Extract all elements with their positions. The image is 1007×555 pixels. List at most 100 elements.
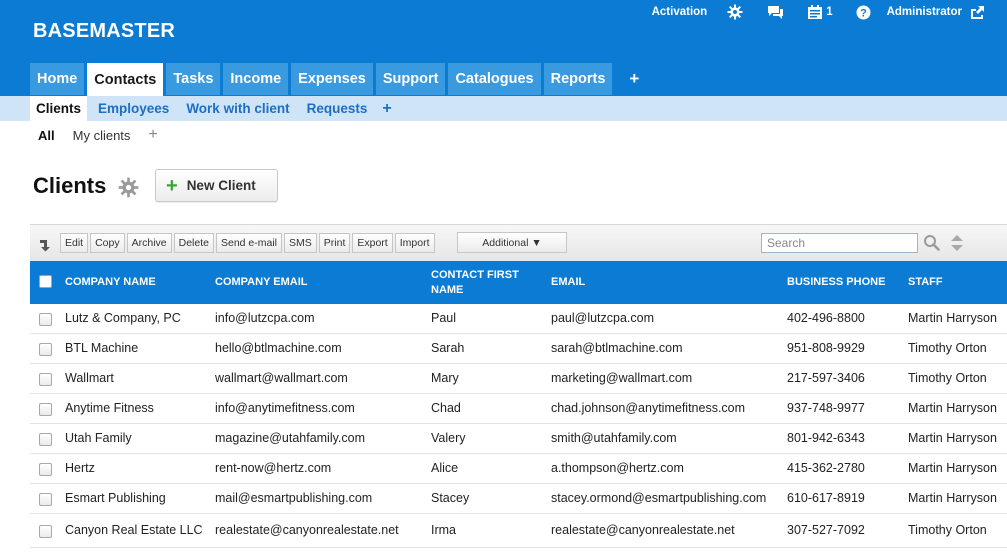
app-logo[interactable]: BASEMASTER bbox=[33, 20, 175, 43]
company-name-cell[interactable]: Anytime Fitness bbox=[65, 394, 154, 423]
company-email-cell[interactable]: hello@btlmachine.com bbox=[215, 334, 342, 363]
edit-button[interactable]: Edit bbox=[60, 233, 89, 253]
filter-all[interactable]: All bbox=[38, 128, 55, 143]
email-cell[interactable]: stacey.ormond@esmartpublishing.com bbox=[551, 484, 766, 513]
tab-income[interactable]: Income bbox=[223, 63, 289, 95]
table-row[interactable]: Hertz rent-now@hertz.com Alice a.thompso… bbox=[30, 454, 1007, 484]
search-icon[interactable] bbox=[923, 234, 940, 254]
select-all-checkbox[interactable] bbox=[39, 275, 52, 288]
table-row[interactable]: Utah Family magazine@utahfamily.com Vale… bbox=[30, 424, 1007, 454]
archive-button[interactable]: Archive bbox=[126, 233, 172, 253]
subtab-work-with-client[interactable]: Work with client bbox=[180, 96, 295, 121]
staff-cell: Martin Harryson bbox=[908, 461, 997, 475]
column-header-business-phone[interactable]: BUSINESS PHONE bbox=[787, 261, 885, 304]
tab-reports[interactable]: Reports bbox=[543, 63, 613, 95]
tasks-count-badge[interactable]: 1 bbox=[826, 6, 832, 18]
export-button[interactable]: Export bbox=[352, 233, 393, 253]
email-cell[interactable]: marketing@wallmart.com bbox=[551, 364, 692, 393]
company-name-cell[interactable]: Esmart Publishing bbox=[65, 484, 166, 513]
sms-button[interactable]: SMS bbox=[284, 233, 317, 253]
import-button[interactable]: Import bbox=[394, 233, 435, 253]
table-row[interactable]: Esmart Publishing mail@esmartpublishing.… bbox=[30, 484, 1007, 514]
email-cell[interactable]: sarah@btlmachine.com bbox=[551, 334, 683, 363]
add-tab-button[interactable]: + bbox=[619, 63, 649, 95]
company-email-cell[interactable]: mail@esmartpublishing.com bbox=[215, 484, 372, 513]
email-cell[interactable]: a.thompson@hertz.com bbox=[551, 454, 684, 483]
tasks-calendar-icon[interactable] bbox=[807, 4, 823, 20]
company-name-cell[interactable]: Utah Family bbox=[65, 424, 132, 453]
logout-icon[interactable] bbox=[969, 5, 985, 20]
email-cell[interactable]: chad.johnson@anytimefitness.com bbox=[551, 394, 745, 423]
company-name-cell[interactable]: Hertz bbox=[65, 454, 95, 483]
company-name-cell[interactable]: Wallmart bbox=[65, 364, 114, 393]
company-email-cell[interactable]: info@lutzcpa.com bbox=[215, 304, 315, 333]
company-email-cell[interactable]: magazine@utahfamily.com bbox=[215, 424, 365, 453]
svg-text:?: ? bbox=[860, 7, 867, 19]
tab-home[interactable]: Home bbox=[30, 63, 85, 95]
contact-first-name-cell: Stacey bbox=[431, 491, 470, 505]
email-cell[interactable]: smith@utahfamily.com bbox=[551, 424, 677, 453]
additional-dropdown[interactable]: Additional ▼ bbox=[457, 232, 567, 253]
send-email-button[interactable]: Send e-mail bbox=[215, 233, 283, 253]
tab-contacts[interactable]: Contacts bbox=[87, 63, 164, 96]
row-checkbox[interactable] bbox=[39, 433, 52, 446]
company-name-cell[interactable]: BTL Machine bbox=[65, 334, 138, 363]
table-row[interactable]: Canyon Real Estate LLC realestate@canyon… bbox=[30, 514, 1007, 548]
staff-cell: Martin Harryson bbox=[908, 431, 997, 445]
print-button[interactable]: Print bbox=[318, 233, 351, 253]
row-checkbox[interactable] bbox=[39, 373, 52, 386]
row-checkbox[interactable] bbox=[39, 525, 52, 538]
table-row[interactable]: Lutz & Company, PC info@lutzcpa.com Paul… bbox=[30, 304, 1007, 334]
sort-arrows-icon[interactable] bbox=[950, 233, 964, 256]
row-checkbox[interactable] bbox=[39, 463, 52, 476]
subtab-requests[interactable]: Requests bbox=[301, 96, 374, 121]
company-name-cell[interactable]: Canyon Real Estate LLC bbox=[65, 514, 205, 547]
business-phone-cell: 951-808-9929 bbox=[787, 341, 865, 355]
delete-button[interactable]: Delete bbox=[173, 233, 214, 253]
company-email-cell[interactable]: realestate@canyonrealestate.net bbox=[215, 514, 399, 547]
row-checkbox[interactable] bbox=[39, 493, 52, 506]
table-row[interactable]: BTL Machine hello@btlmachine.com Sarah s… bbox=[30, 334, 1007, 364]
new-client-button[interactable]: + New Client bbox=[155, 169, 278, 202]
column-header-staff[interactable]: STAFF bbox=[908, 261, 943, 304]
tab-support[interactable]: Support bbox=[375, 63, 446, 95]
email-cell[interactable]: realestate@canyonrealestate.net bbox=[551, 514, 735, 547]
contact-first-name-cell: Paul bbox=[431, 311, 457, 325]
row-checkbox[interactable] bbox=[39, 403, 52, 416]
table-row[interactable]: Wallmart wallmart@wallmart.com Mary mark… bbox=[30, 364, 1007, 394]
search-input[interactable] bbox=[761, 233, 918, 253]
company-email-cell[interactable]: info@anytimefitness.com bbox=[215, 394, 355, 423]
filter-my-clients[interactable]: My clients bbox=[73, 128, 131, 143]
column-header-company-name[interactable]: COMPANY NAME bbox=[65, 261, 156, 304]
column-header-company-email[interactable]: COMPANY EMAIL bbox=[215, 261, 308, 304]
subtab-clients[interactable]: Clients bbox=[30, 96, 88, 121]
tab-expenses[interactable]: Expenses bbox=[291, 63, 373, 95]
staff-cell: Martin Harryson bbox=[908, 491, 997, 505]
subtab-employees[interactable]: Employees bbox=[92, 96, 175, 121]
user-menu[interactable]: Administrator bbox=[887, 6, 962, 18]
copy-button[interactable]: Copy bbox=[90, 233, 125, 253]
company-email-cell[interactable]: wallmart@wallmart.com bbox=[215, 364, 348, 393]
tab-tasks[interactable]: Tasks bbox=[166, 63, 221, 95]
activation-link[interactable]: Activation bbox=[652, 6, 708, 18]
table-toolbar: Edit Copy Archive Delete Send e-mail SMS… bbox=[30, 224, 1007, 262]
select-down-arrow-icon[interactable] bbox=[39, 238, 52, 255]
row-checkbox[interactable] bbox=[39, 343, 52, 356]
table-row[interactable]: Anytime Fitness info@anytimefitness.com … bbox=[30, 394, 1007, 424]
email-cell[interactable]: paul@lutzcpa.com bbox=[551, 304, 654, 333]
settings-gear-icon[interactable] bbox=[727, 4, 743, 20]
messages-chat-icon[interactable] bbox=[767, 5, 784, 20]
company-name-cell[interactable]: Lutz & Company, PC bbox=[65, 304, 181, 333]
tab-catalogues[interactable]: Catalogues bbox=[448, 63, 541, 95]
add-subtab-button[interactable]: + bbox=[378, 100, 395, 118]
table-header: COMPANY NAME COMPANY EMAIL CONTACT FIRST… bbox=[30, 261, 1007, 304]
page-settings-gear-icon[interactable] bbox=[118, 177, 139, 201]
toolbar-buttons: Edit Copy Archive Delete Send e-mail SMS… bbox=[60, 233, 437, 253]
help-icon[interactable]: ? bbox=[856, 5, 871, 20]
contact-first-name-cell: Valery bbox=[431, 431, 466, 445]
company-email-cell[interactable]: rent-now@hertz.com bbox=[215, 454, 331, 483]
add-filter-button[interactable]: + bbox=[148, 126, 157, 144]
column-header-contact-first-name[interactable]: CONTACT FIRST NAME bbox=[431, 261, 543, 304]
row-checkbox[interactable] bbox=[39, 313, 52, 326]
column-header-email[interactable]: EMAIL bbox=[551, 261, 585, 304]
